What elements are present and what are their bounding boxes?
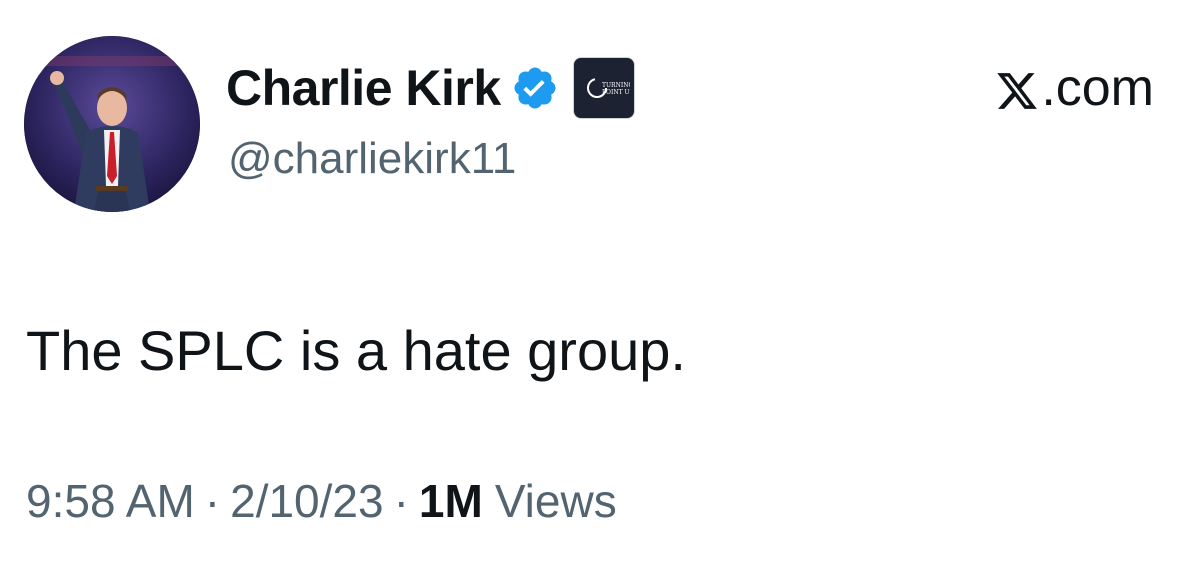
- avatar[interactable]: [24, 36, 200, 212]
- affiliate-badge[interactable]: TURNING POINT USA: [572, 57, 635, 119]
- svg-text:TURNING: TURNING: [602, 82, 630, 89]
- svg-text:POINT USA: POINT USA: [602, 89, 630, 96]
- site-label: .com: [1041, 59, 1154, 117]
- meta-separator: ·: [393, 475, 409, 527]
- tweet-time[interactable]: 9:58 AM: [26, 474, 195, 528]
- x-logo-icon: [995, 66, 1039, 110]
- tweet-text: The SPLC is a hate group.: [26, 319, 686, 382]
- author-display-name[interactable]: Charlie Kirk: [226, 59, 501, 117]
- author-handle[interactable]: @charliekirk11: [228, 134, 516, 184]
- verified-badge-icon[interactable]: [511, 64, 559, 112]
- author-name-row: Charlie Kirk TURNING POINT USA: [226, 56, 635, 120]
- turning-point-logo-icon: TURNING POINT USA: [586, 78, 630, 98]
- views-label: Views: [494, 475, 617, 527]
- views-count: 1M: [418, 475, 483, 527]
- meta-separator: ·: [204, 475, 221, 527]
- avatar-photo: [24, 36, 200, 212]
- tweet-meta: 9:58 AM · 2/10/23 · 1M Views: [26, 474, 617, 528]
- tweet-date[interactable]: 2/10/23: [230, 474, 383, 528]
- tweet-card: Charlie Kirk TURNING POINT USA @charliek…: [0, 0, 1200, 561]
- site-logo: .com: [995, 58, 1154, 118]
